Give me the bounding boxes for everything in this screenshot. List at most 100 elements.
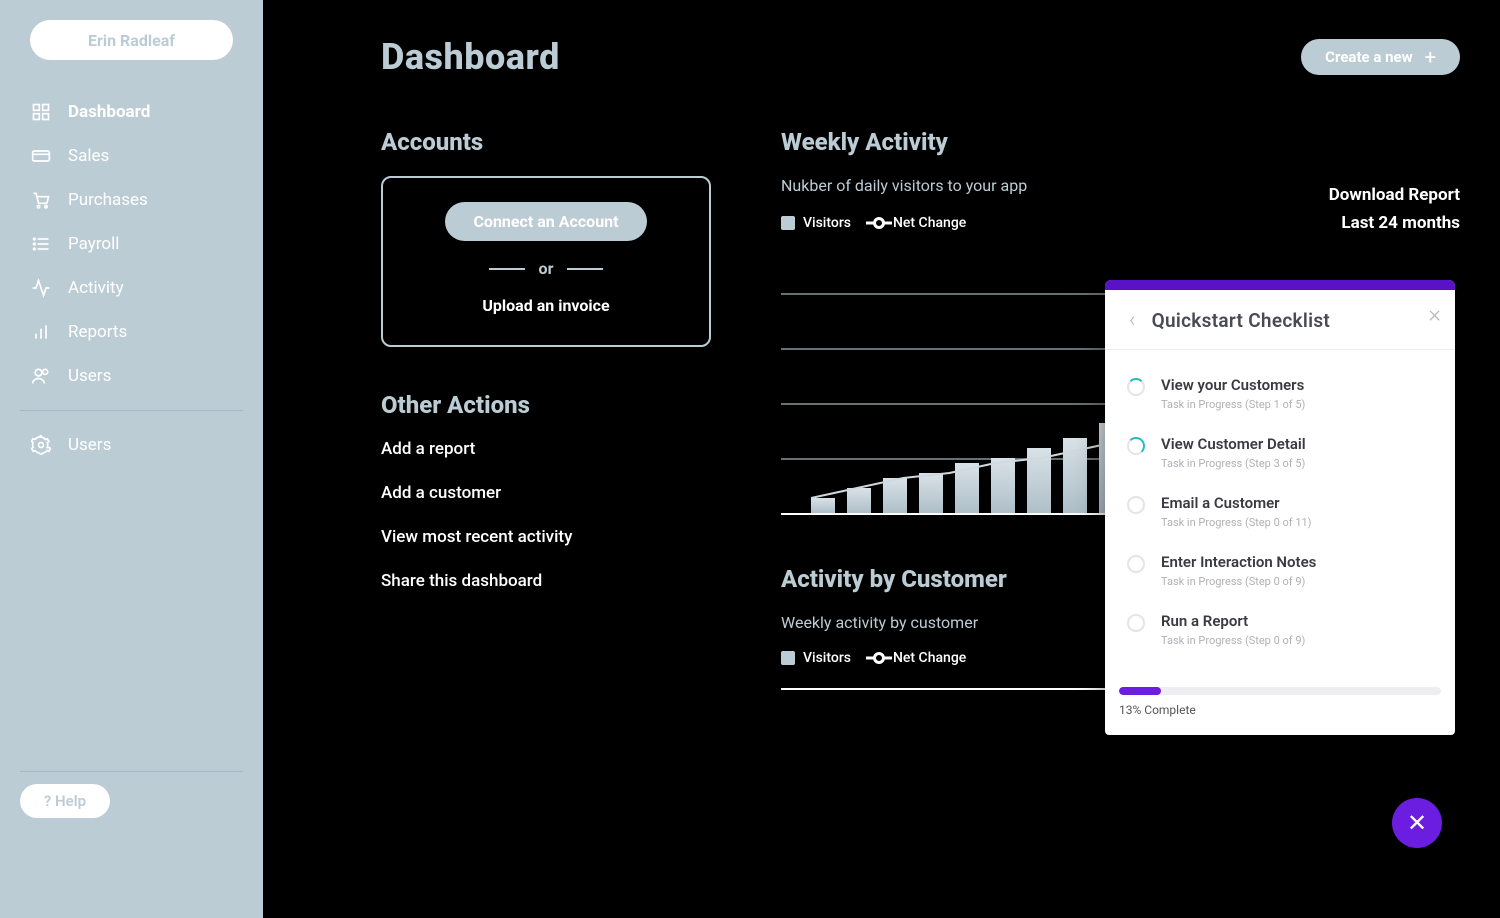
nav-label: Users — [68, 366, 111, 386]
action-add-report[interactable]: Add a report — [381, 439, 711, 459]
progress-bar — [1119, 687, 1441, 695]
weekly-title: Weekly Activity — [781, 128, 1460, 156]
checklist-item[interactable]: Enter Interaction Notes Task in Progress … — [1127, 543, 1437, 602]
connect-account-button[interactable]: Connect an Account — [445, 202, 646, 241]
legend-label: Visitors — [803, 650, 851, 666]
legend-net-change: Net Change — [873, 215, 966, 231]
checklist-header: ‹ Quickstart Checklist × — [1105, 290, 1455, 349]
square-icon — [781, 216, 795, 230]
other-actions-title: Other Actions — [381, 391, 711, 419]
create-label: Create a new — [1325, 48, 1412, 66]
legend-label: Visitors — [803, 215, 851, 231]
activity-icon — [30, 277, 52, 299]
user-pill[interactable]: Erin Radleaf — [30, 20, 233, 60]
circle-icon — [1127, 614, 1145, 632]
progress-label: 13% Complete — [1119, 703, 1441, 717]
bars-icon — [30, 321, 52, 343]
nav-list: Dashboard Sales Purchases Payroll Activi… — [20, 90, 243, 398]
close-icon[interactable]: × — [1428, 300, 1441, 328]
checklist-item[interactable]: View Customer Detail Task in Progress (St… — [1127, 425, 1437, 484]
nav-label: Purchases — [68, 190, 148, 210]
legend-label: Net Change — [893, 650, 966, 666]
upload-invoice-link[interactable]: Upload an invoice — [482, 296, 609, 315]
nav-label: Reports — [68, 322, 127, 342]
list-icon — [30, 233, 52, 255]
divider — [20, 771, 243, 772]
nav-item-sales[interactable]: Sales — [30, 134, 243, 178]
plus-icon: + — [1425, 45, 1436, 69]
checklist-item-title: View your Customers — [1161, 376, 1305, 394]
checklist-item-title: Enter Interaction Notes — [1161, 553, 1316, 571]
checklist-item-title: Email a Customer — [1161, 494, 1312, 512]
checklist-items: View your Customers Task in Progress (Ste… — [1105, 360, 1455, 679]
back-icon[interactable]: ‹ — [1129, 308, 1136, 333]
checklist-item-sub: Task in Progress (Step 1 of 5) — [1161, 398, 1305, 411]
range-selector[interactable]: Last 24 months — [1341, 213, 1460, 233]
circle-icon — [1127, 555, 1145, 573]
header-row: Dashboard Create a new + — [381, 36, 1460, 78]
ring-icon — [873, 217, 885, 229]
or-text: or — [539, 259, 554, 278]
accounts-title: Accounts — [381, 128, 711, 156]
divider — [1105, 349, 1455, 350]
accounts-box: Connect an Account or Upload an invoice — [381, 176, 711, 347]
legend-visitors: Visitors — [781, 215, 851, 231]
square-icon — [781, 651, 795, 665]
checklist-title: Quickstart Checklist — [1152, 309, 1331, 332]
grid-icon — [30, 101, 52, 123]
checklist-item[interactable]: Email a Customer Task in Progress (Step 0… — [1127, 484, 1437, 543]
checklist-item-title: View Customer Detail — [1161, 435, 1306, 453]
or-row: or — [489, 259, 604, 278]
nav-list-secondary: Users — [20, 423, 243, 467]
legend-net-change-2: Net Change — [873, 650, 966, 666]
help-button[interactable]: ? Help — [20, 784, 110, 818]
progress-fill — [1119, 687, 1161, 695]
nav-divider — [20, 410, 243, 411]
ring-icon — [873, 652, 885, 664]
nav-item-users[interactable]: Users — [30, 354, 243, 398]
legend-visitors-2: Visitors — [781, 650, 851, 666]
checklist-item-sub: Task in Progress (Step 0 of 9) — [1161, 634, 1305, 647]
nav-item-settings-users[interactable]: Users — [30, 423, 243, 467]
x-icon: ✕ — [1407, 809, 1427, 837]
checklist-item-sub: Task in Progress (Step 3 of 5) — [1161, 457, 1306, 470]
nav-label: Dashboard — [68, 102, 150, 122]
create-new-button[interactable]: Create a new + — [1301, 39, 1460, 75]
nav-item-activity[interactable]: Activity — [30, 266, 243, 310]
left-column: Accounts Connect an Account or Upload an… — [381, 128, 711, 690]
card-icon — [30, 145, 52, 167]
legend-label: Net Change — [893, 215, 966, 231]
nav-item-payroll[interactable]: Payroll — [30, 222, 243, 266]
spinner-icon — [1127, 378, 1145, 396]
sidebar: Erin Radleaf Dashboard Sales Purchases P… — [0, 0, 263, 918]
checklist-item-title: Run a Report — [1161, 612, 1305, 630]
line — [489, 268, 525, 270]
line — [567, 268, 603, 270]
checklist-panel: ‹ Quickstart Checklist × View your Custo… — [1105, 280, 1455, 735]
checklist-item-sub: Task in Progress (Step 0 of 9) — [1161, 575, 1316, 588]
nav-label: Sales — [68, 146, 109, 166]
action-add-customer[interactable]: Add a customer — [381, 483, 711, 503]
checklist-item-sub: Task in Progress (Step 0 of 11) — [1161, 516, 1312, 529]
action-share-dashboard[interactable]: Share this dashboard — [381, 571, 711, 591]
checklist-item[interactable]: Run a Report Task in Progress (Step 0 of … — [1127, 602, 1437, 661]
panel-accent-bar — [1105, 280, 1455, 290]
action-view-activity[interactable]: View most recent activity — [381, 527, 711, 547]
nav-item-dashboard[interactable]: Dashboard — [30, 90, 243, 134]
checklist-item[interactable]: View your Customers Task in Progress (Ste… — [1127, 366, 1437, 425]
gear-icon — [30, 434, 52, 456]
other-actions-list: Add a report Add a customer View most re… — [381, 439, 711, 591]
fab-close-button[interactable]: ✕ — [1392, 798, 1442, 848]
weekly-sub: Nukber of daily visitors to your app — [781, 176, 1027, 195]
legend-row: Visitors Net Change Last 24 months — [781, 213, 1460, 233]
download-report-link[interactable]: Download Report — [1329, 185, 1460, 205]
circle-icon — [1127, 496, 1145, 514]
nav-label: Users — [68, 435, 111, 455]
nav-label: Payroll — [68, 234, 119, 254]
spinner-icon — [1127, 437, 1145, 455]
users-icon — [30, 365, 52, 387]
sidebar-bottom: ? Help — [20, 771, 243, 918]
nav-item-reports[interactable]: Reports — [30, 310, 243, 354]
page-title: Dashboard — [381, 36, 560, 78]
nav-item-purchases[interactable]: Purchases — [30, 178, 243, 222]
